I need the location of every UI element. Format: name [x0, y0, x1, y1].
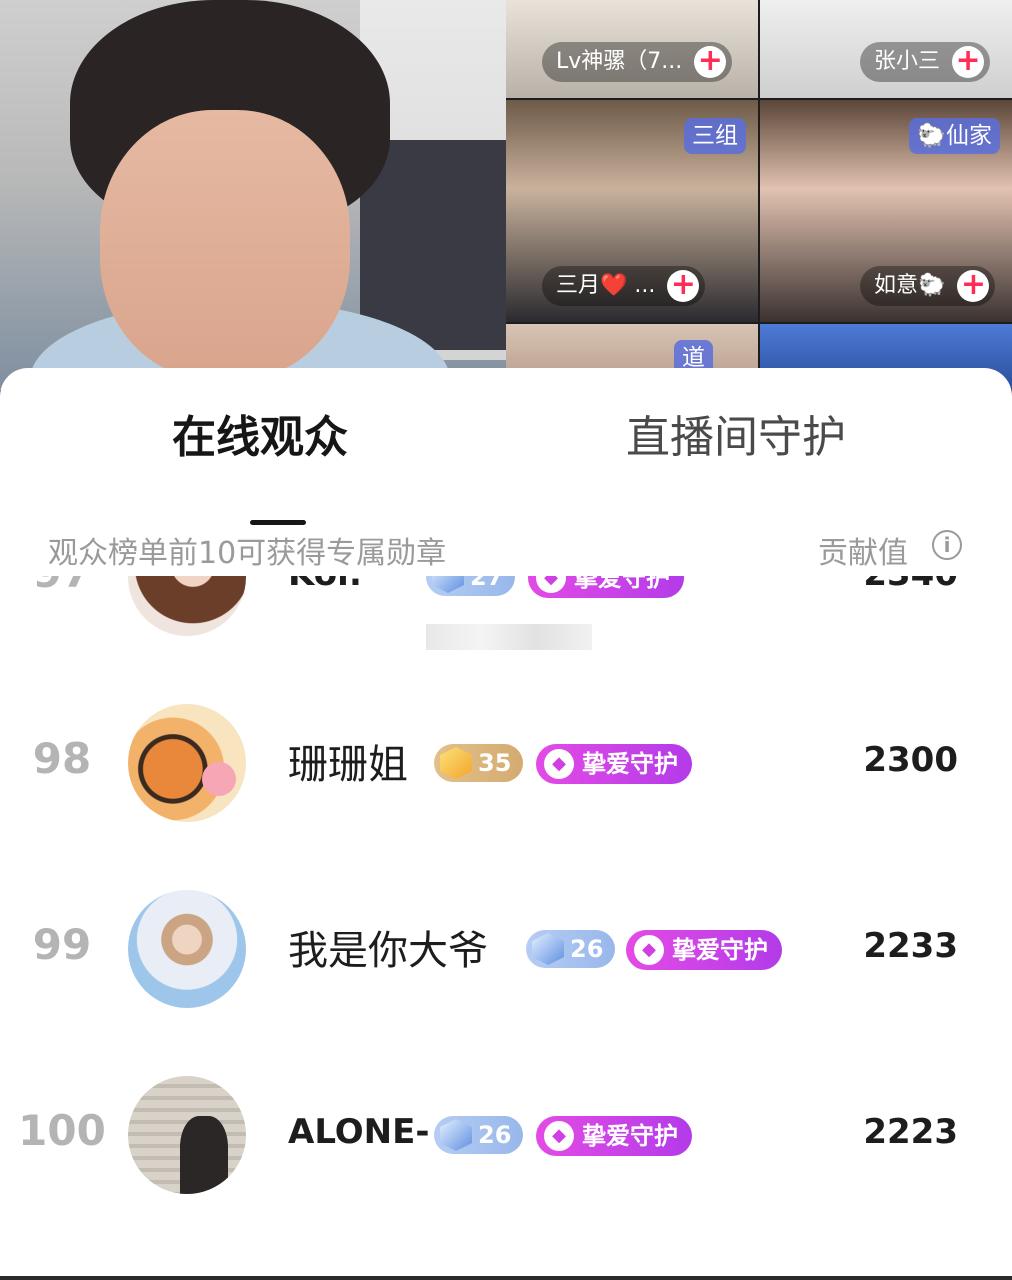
avatar[interactable] — [128, 890, 246, 1008]
rank-number: 98 — [32, 734, 92, 783]
guest-family-tag: 🐑仙家 — [909, 118, 1000, 154]
avatar[interactable] — [128, 704, 246, 822]
username: 我是你大爷 — [288, 928, 488, 974]
guardian-badge: ◆ 挚爱守护 — [536, 744, 692, 784]
shield-icon: ◆ — [544, 749, 574, 779]
follow-plus-icon[interactable]: + — [694, 46, 727, 78]
live-video-area: Lv神骡（7... + 张小三 + 三组 三月❤️ ... + 🐑仙家 如意🐑 … — [0, 0, 1012, 390]
guest-name-pill: 如意🐑 + — [860, 266, 996, 306]
audience-sheet: 在线观众 直播间守护 观众榜单前10可获得专属勋章 贡献值 i 97 Kor. … — [0, 368, 1012, 1280]
guest-tile-4[interactable]: 🐑仙家 如意🐑 + — [760, 100, 1012, 322]
tab-online-audience[interactable]: 在线观众 — [172, 408, 348, 468]
level-value: 26 — [478, 1121, 512, 1149]
badge-label: 挚爱守护 — [582, 750, 678, 778]
host-video[interactable] — [0, 0, 506, 390]
blurred-content — [426, 624, 592, 650]
level-badge: 27 — [426, 576, 516, 596]
guest-group-tag: 三组 — [684, 118, 746, 154]
rank-number: 100 — [18, 1106, 106, 1155]
guest-tile-1[interactable]: Lv神骡（7... + — [506, 0, 758, 98]
username: Kor. — [288, 576, 362, 594]
host-face — [100, 110, 350, 380]
level-value: 35 — [478, 749, 512, 777]
level-value: 26 — [570, 935, 604, 963]
follow-plus-icon[interactable]: + — [952, 46, 985, 78]
shield-icon: ◆ — [536, 576, 566, 593]
avatar[interactable] — [128, 576, 246, 636]
level-gem-icon — [532, 933, 564, 965]
background-shelf — [360, 140, 506, 350]
audience-list[interactable]: 97 Kor. 27 ◆ 挚爱守护 2340 98 珊珊姐 35 — [0, 576, 1012, 1280]
tab-bar: 在线观众 直播间守护 — [0, 408, 1012, 525]
contribution-score: 2340 — [863, 576, 958, 594]
info-icon[interactable]: i — [932, 530, 962, 560]
badge-label: 挚爱守护 — [574, 576, 670, 592]
list-item[interactable]: 98 珊珊姐 35 ◆ 挚爱守护 2300 — [0, 688, 1012, 838]
guest-tile-3[interactable]: 三组 三月❤️ ... + — [506, 100, 758, 322]
follow-plus-icon[interactable]: + — [957, 270, 990, 302]
contribution-score: 2233 — [863, 926, 958, 966]
guest-name-pill: 张小三 + — [860, 42, 991, 82]
guest-name-pill: Lv神骡（7... + — [542, 42, 733, 82]
follow-plus-icon[interactable]: + — [667, 270, 700, 302]
username: 珊珊姐 — [288, 742, 408, 788]
list-item[interactable]: 99 我是你大爷 26 ◆ 挚爱守护 2233 — [0, 874, 1012, 1024]
guardian-badge: ◆ 挚爱守护 — [536, 1116, 692, 1156]
avatar[interactable] — [128, 1076, 246, 1194]
rank-number: 97 — [14, 576, 110, 597]
username: ALONE- — [288, 1112, 430, 1152]
bottom-frame-edge — [0, 1276, 1012, 1280]
level-badge: 35 — [434, 744, 524, 782]
level-badge: 26 — [434, 1116, 524, 1154]
guest-name: 如意🐑 — [874, 273, 946, 298]
shield-icon: ◆ — [544, 1121, 574, 1151]
level-gem-icon — [440, 747, 472, 779]
contribution-label: 贡献值 — [818, 536, 908, 571]
guest-name: 张小三 — [874, 49, 941, 74]
guest-grid: Lv神骡（7... + 张小三 + 三组 三月❤️ ... + 🐑仙家 如意🐑 … — [506, 0, 1012, 390]
person-silhouette — [180, 1116, 228, 1194]
rank-number: 99 — [32, 920, 92, 969]
level-badge: 26 — [526, 930, 616, 968]
level-gem-icon — [432, 576, 464, 593]
contribution-score: 2300 — [863, 740, 958, 780]
level-value: 27 — [470, 576, 504, 591]
guest-name: 三月❤️ ... — [556, 273, 656, 298]
guardian-badge: ◆ 挚爱守护 — [626, 930, 782, 970]
pig-figure — [202, 762, 236, 796]
guest-tile-2[interactable]: 张小三 + — [760, 0, 1012, 98]
list-item[interactable]: 100 ALONE- 26 ◆ 挚爱守护 2223 — [0, 1060, 1012, 1210]
active-tab-indicator — [250, 520, 306, 525]
contribution-score: 2223 — [863, 1112, 958, 1152]
guest-name-pill: 三月❤️ ... + — [542, 266, 706, 306]
guest-name: Lv神骡（7... — [556, 49, 683, 74]
tab-room-guardian[interactable]: 直播间守护 — [626, 408, 846, 468]
guardian-badge: ◆ 挚爱守护 — [528, 576, 684, 598]
shield-icon: ◆ — [634, 935, 664, 965]
level-gem-icon — [440, 1119, 472, 1151]
ranking-hint: 观众榜单前10可获得专属勋章 — [48, 536, 447, 571]
badge-label: 挚爱守护 — [672, 936, 768, 964]
badge-label: 挚爱守护 — [582, 1122, 678, 1150]
